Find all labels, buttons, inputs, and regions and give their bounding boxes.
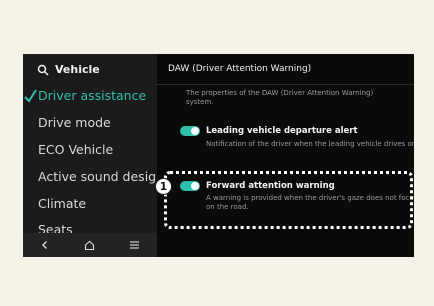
sidebar-item-active-sound-design[interactable]: Active sound design [38,169,157,184]
panel-divider [157,84,414,85]
toggle-leading-vehicle-departure[interactable] [180,126,200,136]
sidebar-title: Vehicle [55,63,100,76]
option-title-leading-vehicle: Leading vehicle departure alert [206,126,358,136]
bottom-nav-bar [23,233,157,257]
menu-icon[interactable] [125,235,145,255]
sidebar: Vehicle Driver assistance Drive mode ECO… [23,54,157,257]
sidebar-item-driver-assistance[interactable]: Driver assistance [38,88,146,103]
checkmark-icon [24,88,38,104]
home-icon[interactable] [80,235,100,255]
sidebar-item-drive-mode[interactable]: Drive mode [38,115,111,130]
search-icon [37,64,49,76]
panel-description: The properties of the DAW (Driver Attent… [186,89,374,106]
back-icon[interactable] [35,235,55,255]
sidebar-item-climate[interactable]: Climate [38,196,86,211]
sidebar-header[interactable]: Vehicle [23,54,157,85]
option-desc-leading-vehicle: Notification of the driver when the lead… [206,140,414,148]
toggle-knob [191,127,199,135]
sidebar-item-eco-vehicle[interactable]: ECO Vehicle [38,142,113,157]
callout-marker: 1 [155,178,172,195]
panel-title: DAW (Driver Attention Warning) [168,64,312,74]
highlight-box [164,171,413,229]
